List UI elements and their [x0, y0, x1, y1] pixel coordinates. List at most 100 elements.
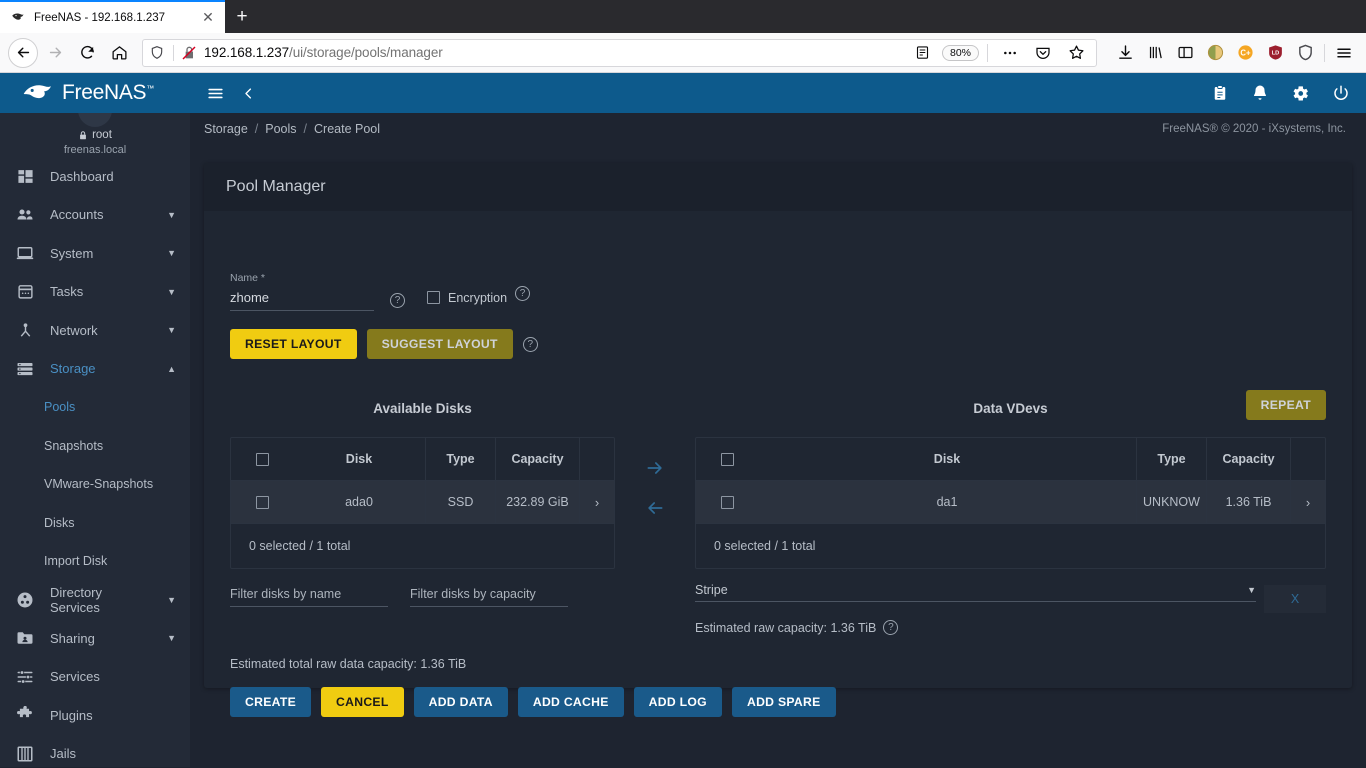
sidebar-user-block[interactable]: root freenas.local [0, 113, 190, 156]
pool-name-help-icon[interactable]: ? [390, 293, 405, 308]
move-to-available-arrow-icon[interactable] [633, 495, 677, 521]
vdev-type-select[interactable]: Stripe ▼ [695, 583, 1256, 602]
row-disk-name: ada0 [345, 495, 373, 509]
vdev-col-disk[interactable]: Disk [758, 438, 1136, 481]
coinbase-extension-icon[interactable]: C+ [1231, 39, 1259, 67]
repeat-button[interactable]: REPEAT [1245, 390, 1326, 420]
sidebar-item-services[interactable]: Services [0, 658, 190, 697]
chevron-down-icon: ▼ [167, 325, 176, 336]
select-all-checkbox[interactable] [255, 452, 269, 466]
cancel-button[interactable]: CANCEL [321, 687, 404, 717]
sidebar-item-storage[interactable]: Storage ▲ [0, 350, 190, 389]
sidebar-toggle-icon[interactable] [206, 84, 225, 103]
pool-manager-card: Pool Manager Name * ? Encryption ? [204, 163, 1352, 717]
gear-icon[interactable] [1291, 84, 1310, 103]
row-checkbox[interactable] [255, 495, 269, 509]
browser-tab-active[interactable]: FreeNAS - 192.168.1.237 ✕ [0, 0, 225, 33]
sidebar-item-plugins[interactable]: Plugins [0, 696, 190, 735]
add-log-button[interactable]: ADD LOG [633, 687, 722, 717]
home-icon[interactable] [104, 38, 134, 68]
breadcrumb: Storage / Pools / Create Pool FreeNAS® ©… [190, 113, 1366, 145]
back-arrow-icon[interactable] [8, 37, 38, 68]
add-spare-button[interactable]: ADD SPARE [731, 687, 836, 717]
page-actions-icon[interactable] [996, 39, 1024, 67]
sidebar-item-snapshots[interactable]: Snapshots [0, 427, 190, 466]
available-select-all-cell[interactable] [231, 438, 293, 481]
available-col-capacity[interactable]: Capacity [495, 438, 579, 480]
zoom-level-indicator[interactable]: 80% [941, 44, 979, 61]
menu-hamburger-icon[interactable] [1330, 39, 1358, 67]
row-checkbox[interactable] [720, 495, 734, 509]
reset-layout-button[interactable]: RESET LAYOUT [230, 329, 357, 359]
sidebars-icon[interactable] [1171, 39, 1199, 67]
table-row[interactable]: ada0 SSD 232.89 GiB › [231, 481, 614, 523]
vdev-col-capacity[interactable]: Capacity [1206, 438, 1290, 480]
insecure-connection-icon[interactable] [180, 45, 198, 61]
downloads-icon[interactable] [1111, 39, 1139, 67]
app-topbar: FreeNAS™ [0, 73, 1366, 113]
sidebar-item-disks[interactable]: Disks [0, 504, 190, 543]
add-cache-button[interactable]: ADD CACHE [517, 687, 624, 717]
row-expand-chevron-icon[interactable]: › [579, 481, 614, 523]
available-col-disk[interactable]: Disk [293, 438, 425, 481]
available-col-type[interactable]: Type [425, 438, 495, 480]
encryption-help-icon[interactable]: ? [515, 286, 531, 301]
sidebar-item-directory-services[interactable]: Directory Services ▼ [0, 581, 190, 620]
sidebar-item-pools[interactable]: Pools [0, 388, 190, 427]
bookmark-star-icon[interactable] [1062, 39, 1090, 67]
create-button[interactable]: CREATE [230, 687, 312, 717]
select-all-checkbox[interactable] [720, 452, 734, 466]
new-tab-button[interactable]: + [225, 0, 259, 33]
sidebar-item-jails[interactable]: Jails [0, 735, 190, 768]
navigation-toolbar: 192.168.1.237/ui/storage/pools/manager 8… [0, 33, 1366, 73]
url-host: 192.168.1.237 [204, 45, 290, 60]
vdev-select-all-cell[interactable] [696, 438, 758, 481]
shield-extension-icon[interactable] [1291, 39, 1319, 67]
library-icon[interactable] [1141, 39, 1169, 67]
freenas-logo[interactable]: FreeNAS™ [0, 73, 190, 113]
raw-capacity-help-icon[interactable]: ? [883, 620, 899, 635]
table-row[interactable]: da1 UNKNOW 1.36 TiB › [696, 481, 1325, 523]
sidebar-item-sharing[interactable]: Sharing ▼ [0, 619, 190, 658]
tracking-protection-shield-icon[interactable] [147, 45, 167, 60]
encryption-checkbox[interactable] [427, 291, 440, 304]
row-select-cell[interactable] [231, 481, 293, 523]
vdev-col-type[interactable]: Type [1136, 438, 1206, 480]
pool-name-input[interactable] [230, 288, 374, 311]
add-data-button[interactable]: ADD DATA [413, 687, 508, 717]
reader-mode-icon[interactable] [909, 39, 937, 67]
breadcrumb-item-storage[interactable]: Storage [204, 122, 248, 136]
sidebar-item-vmware-snapshots[interactable]: VMware-Snapshots [0, 465, 190, 504]
layout-help-icon[interactable]: ? [522, 336, 538, 352]
pool-action-buttons: CREATE CANCEL ADD DATA ADD CACHE ADD LOG… [230, 687, 1326, 717]
breadcrumb-item-create-pool[interactable]: Create Pool [314, 122, 380, 136]
suggest-layout-button[interactable]: SUGGEST LAYOUT [366, 329, 513, 359]
row-select-cell[interactable] [696, 481, 758, 523]
bell-icon[interactable] [1251, 84, 1269, 102]
sidebar-item-network[interactable]: Network ▼ [0, 311, 190, 350]
profile-avatar-icon[interactable] [1201, 39, 1229, 67]
sidebar-item-dashboard[interactable]: Dashboard [0, 157, 190, 196]
sidebar-item-accounts[interactable]: Accounts ▼ [0, 196, 190, 235]
encryption-checkbox-wrap[interactable]: Encryption ? [427, 286, 531, 309]
remove-vdev-button[interactable]: X [1264, 585, 1326, 613]
sidebar-nav: Dashboard Accounts ▼ System ▼ Tasks ▼ Ne… [0, 147, 190, 767]
move-to-vdev-arrow-icon[interactable] [633, 455, 677, 481]
url-text[interactable]: 192.168.1.237/ui/storage/pools/manager [204, 45, 903, 60]
row-expand-chevron-icon[interactable]: › [1290, 481, 1325, 523]
tab-close-icon[interactable]: ✕ [199, 9, 217, 27]
reload-icon[interactable] [72, 38, 102, 68]
collapse-sidebar-chevron-icon[interactable] [241, 86, 256, 101]
lastpass-extension-icon[interactable]: LD [1261, 39, 1289, 67]
pocket-icon[interactable] [1029, 39, 1057, 67]
clipboard-icon[interactable] [1211, 84, 1229, 102]
available-disks-header: Disk Type Capacity [231, 438, 614, 481]
sidebar-item-tasks[interactable]: Tasks ▼ [0, 273, 190, 312]
url-bar[interactable]: 192.168.1.237/ui/storage/pools/manager 8… [142, 38, 1097, 67]
power-icon[interactable] [1332, 84, 1350, 102]
sidebar-item-system[interactable]: System ▼ [0, 234, 190, 273]
sidebar-item-import-disk[interactable]: Import Disk [0, 542, 190, 581]
breadcrumb-item-pools[interactable]: Pools [265, 122, 296, 136]
filter-by-name-input[interactable] [230, 585, 388, 607]
filter-by-capacity-input[interactable] [410, 585, 568, 607]
